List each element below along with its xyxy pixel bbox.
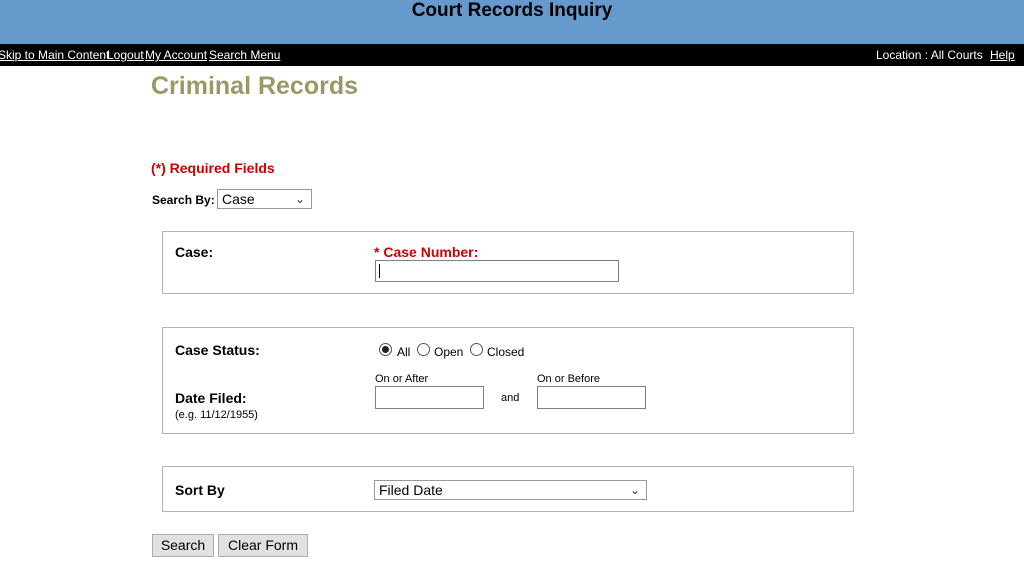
sort-by-select[interactable]: Filed Date ⌄ [374, 480, 647, 500]
my-account-link[interactable]: My Account [145, 48, 207, 62]
date-after-input[interactable] [375, 386, 484, 409]
help-link[interactable]: Help [990, 48, 1015, 62]
header-banner: Court Records Inquiry [0, 0, 1024, 44]
status-date-panel: Case Status: All Open Closed On or After… [162, 327, 854, 434]
skip-to-main-link[interactable]: Skip to Main Content [0, 48, 109, 62]
status-closed-label: Closed [487, 345, 524, 359]
search-by-value: Case [222, 191, 255, 207]
date-filed-label: Date Filed: [175, 390, 247, 406]
on-or-before-label: On or Before [537, 373, 600, 385]
status-open-label: Open [434, 345, 463, 359]
case-status-label: Case Status: [175, 342, 260, 358]
on-or-after-label: On or After [375, 373, 428, 385]
and-label: and [501, 392, 519, 404]
app-title: Court Records Inquiry [0, 0, 1024, 22]
search-menu-link[interactable]: Search Menu [209, 48, 280, 62]
location-text: Location : All Courts [876, 48, 983, 62]
sort-by-value: Filed Date [379, 482, 443, 498]
sort-by-label: Sort By [175, 482, 225, 498]
search-by-select[interactable]: Case ⌄ [217, 189, 312, 209]
status-closed-radio[interactable] [470, 343, 483, 356]
date-before-input[interactable] [537, 386, 646, 409]
search-by-label: Search By: [152, 193, 215, 207]
chevron-down-icon: ⌄ [295, 190, 305, 208]
nav-bar: Skip to Main Content Logout My Account S… [0, 44, 1024, 66]
date-format-hint: (e.g. 11/12/1955) [175, 409, 258, 421]
case-number-label-text: Case Number: [383, 244, 478, 260]
search-button[interactable]: Search [152, 534, 214, 557]
case-panel: Case: * Case Number: [162, 231, 854, 294]
status-open-radio[interactable] [417, 343, 430, 356]
case-label: Case: [175, 244, 213, 260]
text-cursor [379, 264, 380, 278]
required-fields-note: (*) Required Fields [151, 160, 275, 176]
status-all-radio[interactable] [379, 343, 392, 356]
logout-link[interactable]: Logout [107, 48, 144, 62]
chevron-down-icon: ⌄ [630, 481, 640, 499]
case-number-label: * Case Number: [374, 244, 478, 260]
clear-form-button[interactable]: Clear Form [218, 534, 308, 557]
required-star: * [374, 244, 379, 260]
case-number-input[interactable] [375, 260, 619, 282]
page-title: Criminal Records [151, 72, 358, 101]
sort-panel: Sort By Filed Date ⌄ [162, 466, 854, 512]
status-all-label: All [397, 345, 410, 359]
